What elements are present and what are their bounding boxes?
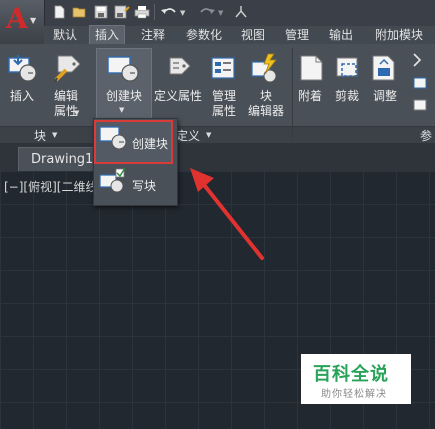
watermark-title: 百科全说: [313, 364, 389, 385]
watermark-subtitle: 助你轻松解决: [321, 389, 387, 400]
watermark-logo: 百科全说 助你轻松解决: [301, 354, 411, 404]
